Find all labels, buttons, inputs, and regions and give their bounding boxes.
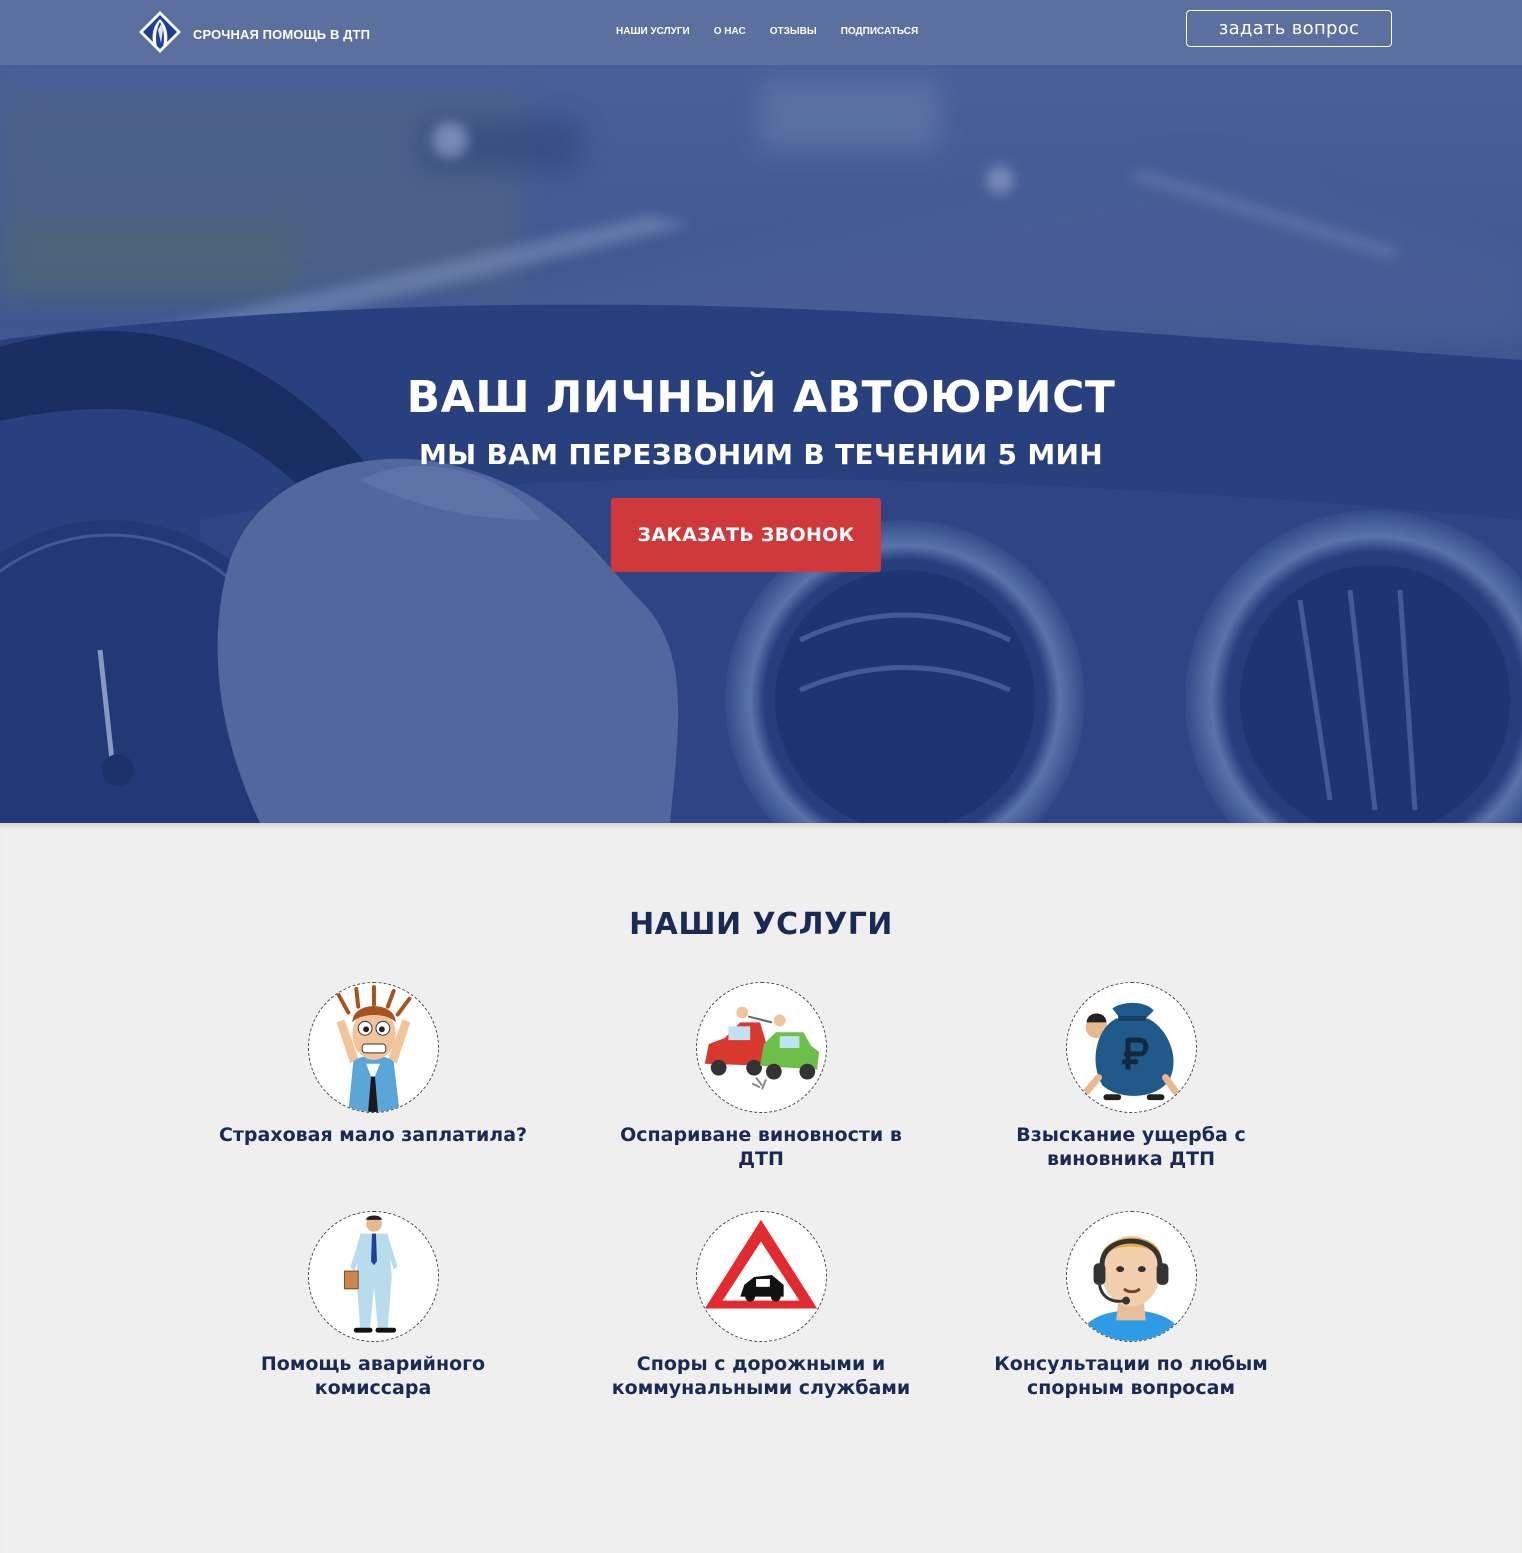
- brand[interactable]: СРОЧНАЯ ПОМОЩЬ В ДТП: [138, 10, 370, 54]
- nav-link-about[interactable]: О НАС: [714, 26, 746, 37]
- commissioner-icon: [308, 1212, 438, 1341]
- services-section: НАШИ УСЛУГИ Страховая мало заплатила? Ос…: [0, 823, 1522, 1553]
- stressed-man-icon: [308, 983, 438, 1112]
- order-call-button[interactable]: ЗАКАЗАТЬ ЗВОНОК: [611, 498, 881, 572]
- service-icon-frame: [307, 1211, 439, 1342]
- service-label: Консультации по любым спорным вопросам: [994, 1353, 1268, 1399]
- service-icon-frame: [1065, 982, 1197, 1113]
- service-label: Споры с дорожными и коммунальными служба…: [611, 1353, 911, 1399]
- road-warning-sign-icon: [696, 1212, 826, 1341]
- hero-section: ВАШ ЛИЧНЫЙ АВТОЮРИСТ МЫ ВАМ ПЕРЕЗВОНИМ В…: [0, 0, 1522, 823]
- brand-name: СРОЧНАЯ ПОМОЩЬ В ДТП: [193, 26, 371, 42]
- service-item-commissioner[interactable]: Помощь аварийного комиссара: [213, 1211, 533, 1400]
- service-item-insurance[interactable]: Страховая мало заплатила?: [213, 982, 533, 1147]
- nav-link-subscribe[interactable]: ПОДПИСАТЬСЯ: [841, 26, 919, 37]
- nav-link-services[interactable]: НАШИ УСЛУГИ: [616, 26, 690, 37]
- service-label: Страховая мало заплатила?: [218, 1124, 528, 1146]
- service-icon-frame: [1065, 1211, 1197, 1342]
- service-item-damage-recovery[interactable]: Взыскание ущерба с виновника ДТП: [971, 982, 1291, 1171]
- service-item-fault-dispute[interactable]: Оспариване виновности в ДТП: [601, 982, 921, 1171]
- main-nav: НАШИ УСЛУГИ О НАС ОТЗЫВЫ ПОДПИСАТЬСЯ: [616, 26, 942, 37]
- hero-subtitle: МЫ ВАМ ПЕРЕЗВОНИМ В ТЕЧЕНИИ 5 МИН: [419, 438, 1103, 471]
- service-icon-frame: [307, 982, 439, 1113]
- service-icon-frame: [695, 1211, 827, 1342]
- support-operator-icon: [1066, 1212, 1196, 1341]
- ruble-money-bag-icon: [1066, 983, 1196, 1112]
- top-navbar: СРОЧНАЯ ПОМОЩЬ В ДТП НАШИ УСЛУГИ О НАС О…: [0, 0, 1522, 65]
- service-item-consultations[interactable]: Консультации по любым спорным вопросам: [971, 1211, 1291, 1400]
- service-label: Помощь аварийного комиссара: [260, 1353, 486, 1399]
- services-title: НАШИ УСЛУГИ: [629, 907, 893, 942]
- hero-title: ВАШ ЛИЧНЫЙ АВТОЮРИСТ: [406, 372, 1116, 423]
- service-icon-frame: [695, 982, 827, 1113]
- ask-question-button[interactable]: задать вопрос: [1186, 10, 1392, 47]
- road-sign-logo-icon: [139, 11, 181, 53]
- service-label: Оспариване виновности в ДТП: [620, 1124, 902, 1170]
- car-crash-icon: [696, 983, 826, 1112]
- service-label: Взыскание ущерба с виновника ДТП: [1016, 1124, 1246, 1170]
- service-item-road-services[interactable]: Споры с дорожными и коммунальными служба…: [601, 1211, 921, 1400]
- nav-link-reviews[interactable]: ОТЗЫВЫ: [770, 26, 817, 37]
